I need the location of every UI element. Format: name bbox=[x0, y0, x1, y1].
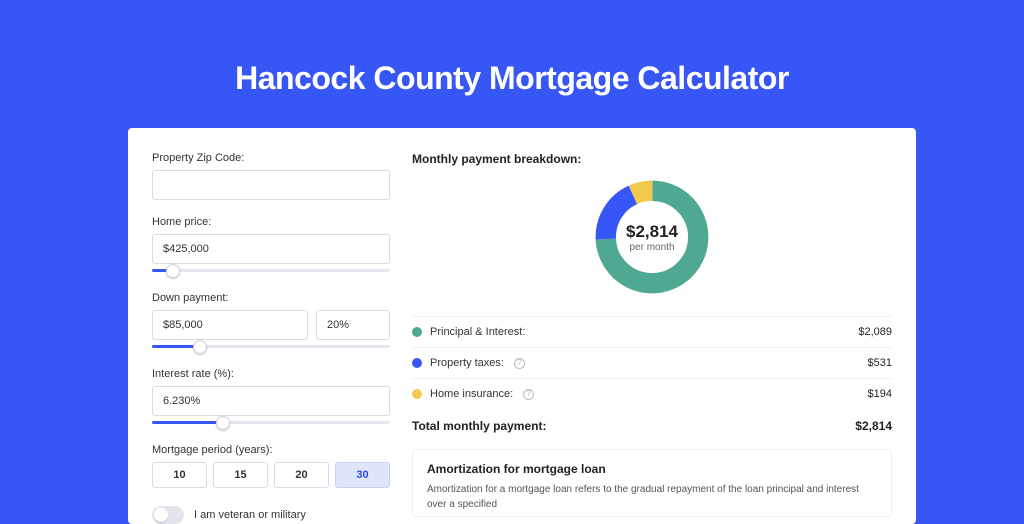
amortization-text: Amortization for a mortgage loan refers … bbox=[427, 482, 877, 512]
slider-thumb[interactable] bbox=[216, 416, 230, 430]
down-payment-label: Down payment: bbox=[152, 292, 390, 304]
donut-chart-wrap: $2,814 per month bbox=[412, 176, 892, 298]
info-icon[interactable]: ? bbox=[514, 358, 525, 369]
veteran-toggle[interactable] bbox=[152, 506, 184, 524]
toggle-knob bbox=[154, 508, 168, 522]
veteran-toggle-label: I am veteran or military bbox=[194, 509, 306, 521]
interest-rate-group: Interest rate (%): bbox=[152, 368, 390, 430]
zip-label: Property Zip Code: bbox=[152, 152, 390, 164]
total-label: Total monthly payment: bbox=[412, 419, 546, 433]
period-btn-20[interactable]: 20 bbox=[274, 462, 329, 488]
home-price-input[interactable] bbox=[152, 234, 390, 264]
donut-center-amount: $2,814 bbox=[626, 222, 678, 242]
page-title: Hancock County Mortgage Calculator bbox=[0, 0, 1024, 97]
total-value: $2,814 bbox=[855, 419, 892, 433]
legend-label-principal: Principal & Interest: bbox=[430, 326, 525, 338]
inputs-column: Property Zip Code: Home price: Down paym… bbox=[152, 152, 390, 524]
period-buttons: 10 15 20 30 bbox=[152, 462, 390, 488]
interest-rate-label: Interest rate (%): bbox=[152, 368, 390, 380]
amortization-box: Amortization for mortgage loan Amortizat… bbox=[412, 449, 892, 517]
slider-thumb[interactable] bbox=[193, 340, 207, 354]
results-column: Monthly payment breakdown: $2,814 per mo… bbox=[412, 152, 892, 524]
swatch-insurance bbox=[412, 389, 422, 399]
breakdown-title: Monthly payment breakdown: bbox=[412, 152, 892, 166]
slider-thumb[interactable] bbox=[166, 264, 180, 278]
legend-value-principal: $2,089 bbox=[858, 326, 892, 338]
interest-rate-input[interactable] bbox=[152, 386, 390, 416]
zip-field-group: Property Zip Code: bbox=[152, 152, 390, 202]
home-price-group: Home price: bbox=[152, 216, 390, 278]
donut-center-sub: per month bbox=[629, 242, 674, 253]
total-row: Total monthly payment: $2,814 bbox=[412, 409, 892, 443]
mortgage-period-group: Mortgage period (years): 10 15 20 30 bbox=[152, 444, 390, 488]
down-payment-slider[interactable] bbox=[152, 340, 390, 354]
down-payment-percent-input[interactable] bbox=[316, 310, 390, 340]
home-price-slider[interactable] bbox=[152, 264, 390, 278]
home-price-label: Home price: bbox=[152, 216, 390, 228]
donut-chart: $2,814 per month bbox=[591, 176, 713, 298]
period-btn-30[interactable]: 30 bbox=[335, 462, 390, 488]
zip-input[interactable] bbox=[152, 170, 390, 200]
legend-value-insurance: $194 bbox=[868, 388, 892, 400]
info-icon[interactable]: ? bbox=[523, 389, 534, 400]
legend-label-insurance: Home insurance: bbox=[430, 388, 513, 400]
amortization-title: Amortization for mortgage loan bbox=[427, 462, 877, 476]
swatch-taxes bbox=[412, 358, 422, 368]
legend-row-principal: Principal & Interest: $2,089 bbox=[412, 316, 892, 347]
mortgage-period-label: Mortgage period (years): bbox=[152, 444, 390, 456]
period-btn-10[interactable]: 10 bbox=[152, 462, 207, 488]
veteran-toggle-row: I am veteran or military bbox=[152, 506, 390, 524]
interest-rate-slider[interactable] bbox=[152, 416, 390, 430]
calculator-card: Property Zip Code: Home price: Down paym… bbox=[128, 128, 916, 524]
legend-label-taxes: Property taxes: bbox=[430, 357, 504, 369]
period-btn-15[interactable]: 15 bbox=[213, 462, 268, 488]
down-payment-amount-input[interactable] bbox=[152, 310, 308, 340]
legend-row-taxes: Property taxes: ? $531 bbox=[412, 347, 892, 378]
down-payment-group: Down payment: bbox=[152, 292, 390, 354]
legend-value-taxes: $531 bbox=[868, 357, 892, 369]
legend-row-insurance: Home insurance: ? $194 bbox=[412, 378, 892, 409]
swatch-principal bbox=[412, 327, 422, 337]
